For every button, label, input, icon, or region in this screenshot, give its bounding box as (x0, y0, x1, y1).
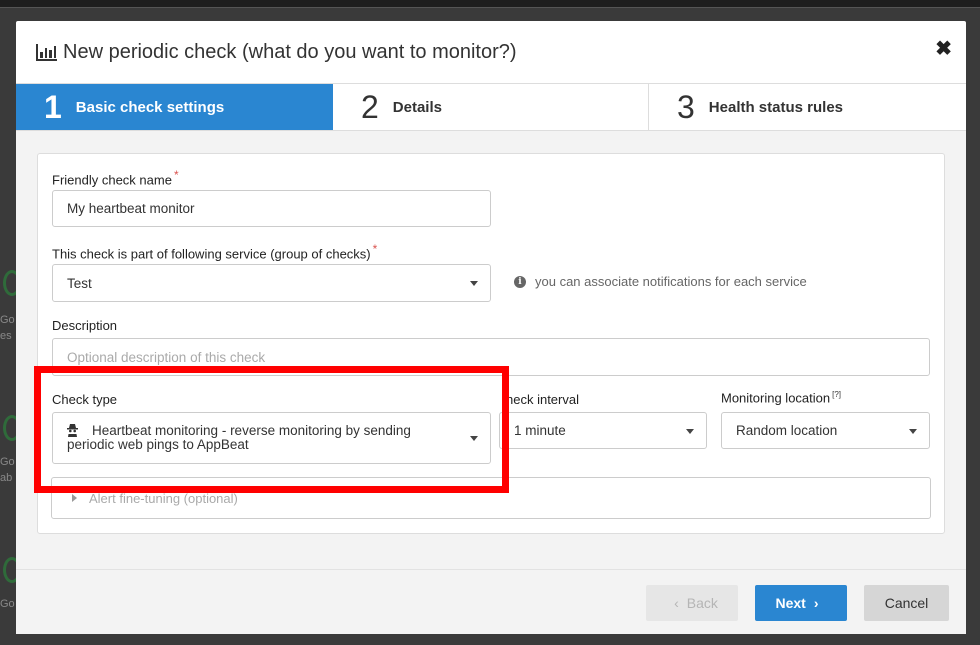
spy-icon (67, 424, 78, 437)
modal-title: New periodic check (what do you want to … (36, 41, 517, 64)
cancel-button-label: Cancel (884, 595, 929, 611)
check-type-value-line2: periodic web pings to AppBeat (67, 437, 249, 452)
background-text: es (0, 330, 12, 342)
check-type-select[interactable]: Heartbeat monitoring - reverse monitorin… (52, 412, 491, 464)
modal-title-text: New periodic check (what do you want to … (63, 40, 517, 63)
step-number: 1 (44, 89, 62, 125)
modal-footer: ‹ Back Next › Cancel (16, 569, 966, 634)
required-mark: * (372, 242, 378, 256)
back-button-label: Back (686, 595, 718, 611)
background-text: Go (0, 456, 15, 468)
wizard-steps: 1 Basic check settings 2 Details 3 Healt… (16, 83, 966, 131)
alert-finetuning-label: Alert fine-tuning (optional) (89, 490, 238, 506)
service-hint-text: you can associate notifications for each… (535, 274, 807, 289)
help-link[interactable]: [?] (832, 390, 841, 399)
service-select[interactable]: Test (52, 264, 491, 302)
modal-body: Friendly check name * My heartbeat monito… (16, 131, 966, 569)
next-button[interactable]: Next › (755, 585, 847, 621)
step-number: 3 (677, 89, 695, 125)
check-interval-value: 1 minute (514, 423, 566, 438)
required-mark: * (173, 168, 179, 182)
service-label: This check is part of following service … (52, 242, 378, 262)
description-label: Description (52, 318, 118, 333)
friendly-name-value: My heartbeat monitor (67, 201, 195, 216)
chevron-down-icon (909, 428, 917, 434)
bar-chart-icon (36, 43, 57, 61)
description-input[interactable]: Optional description of this check (52, 338, 930, 376)
friendly-name-label: Friendly check name * (52, 168, 179, 188)
monitoring-location-select[interactable]: Random location (721, 412, 930, 449)
chevron-right-icon (72, 494, 77, 502)
background-text: Go (0, 598, 15, 610)
friendly-name-input[interactable]: My heartbeat monitor (52, 190, 491, 227)
check-type-value-line1: Heartbeat monitoring - reverse monitorin… (92, 423, 411, 438)
alert-finetuning-toggle[interactable]: Alert fine-tuning (optional) (51, 477, 931, 519)
monitoring-location-value: Random location (736, 423, 838, 438)
step-health-status-rules[interactable]: 3 Health status rules (649, 84, 966, 130)
info-icon: i (514, 275, 526, 288)
close-icon[interactable]: ✖ (935, 39, 952, 59)
step-label: Details (392, 98, 442, 116)
chevron-down-icon (686, 428, 694, 434)
chevron-left-icon: ‹ (674, 595, 679, 611)
background-text: Go (0, 314, 15, 326)
chevron-down-icon (470, 281, 478, 286)
check-interval-label: heck interval (506, 392, 579, 407)
back-button[interactable]: ‹ Back (646, 585, 738, 621)
monitoring-location-label: Monitoring location [?] (721, 390, 842, 406)
background-topbar (0, 0, 980, 8)
cancel-button[interactable]: Cancel (864, 585, 949, 621)
step-label: Basic check settings (75, 98, 225, 116)
check-interval-select[interactable]: 1 minute (499, 412, 707, 449)
chevron-down-icon (470, 436, 478, 441)
step-number: 2 (361, 89, 379, 125)
modal-header: New periodic check (what do you want to … (16, 21, 966, 83)
description-placeholder: Optional description of this check (67, 349, 266, 365)
step-details[interactable]: 2 Details (333, 84, 649, 130)
next-button-label: Next (775, 595, 806, 611)
chevron-right-icon: › (813, 595, 819, 611)
check-type-label: Check type (52, 392, 118, 407)
service-value: Test (67, 275, 92, 291)
new-check-modal: New periodic check (what do you want to … (16, 21, 966, 634)
background-text: ab (0, 472, 13, 484)
form-panel: Friendly check name * My heartbeat monito… (37, 153, 945, 534)
service-hint: i you can associate notifications for ea… (514, 274, 807, 289)
step-label: Health status rules (708, 98, 844, 116)
step-basic-check-settings[interactable]: 1 Basic check settings (16, 84, 333, 130)
